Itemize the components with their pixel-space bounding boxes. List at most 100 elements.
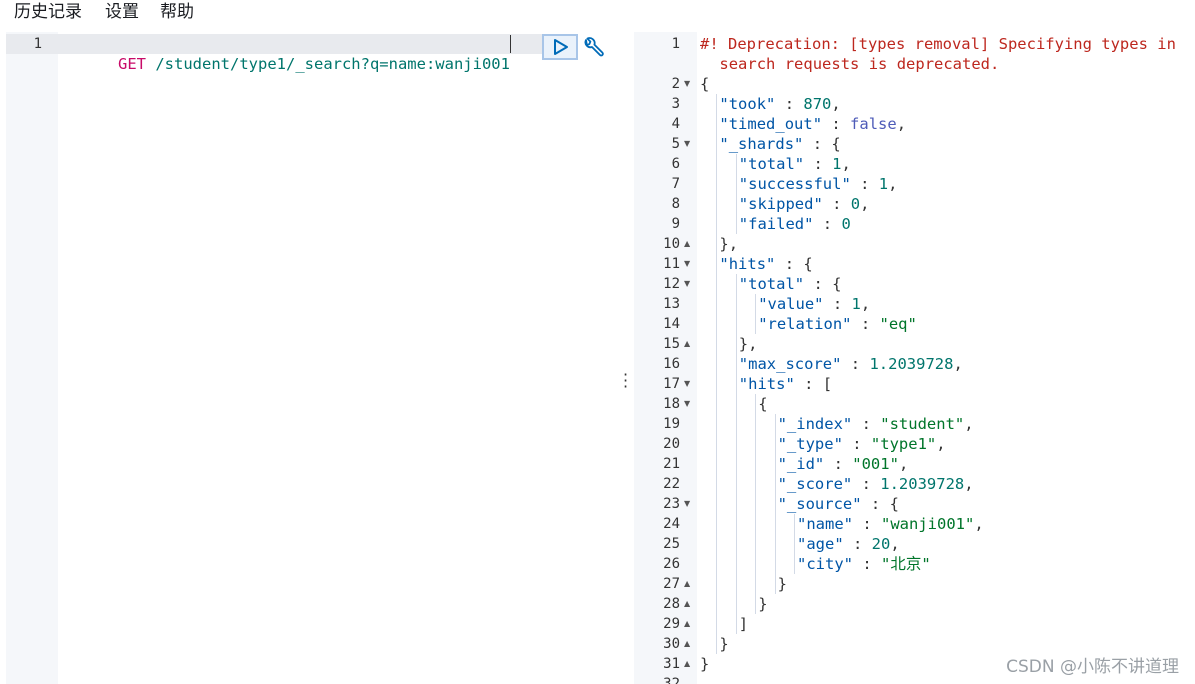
response-line: } [700, 654, 709, 674]
request-line[interactable]: GET /student/type1/_search?q=name:wanji0… [62, 34, 511, 73]
response-line: "hits" : [ [739, 374, 832, 394]
response-line-number: 1 [671, 36, 680, 52]
indent-guide [735, 274, 737, 634]
fold-toggle-collapsed-icon[interactable]: ▲ [684, 634, 690, 654]
response-line-number: 22 [663, 476, 680, 492]
fold-toggle-expanded-icon[interactable]: ▼ [684, 74, 690, 94]
response-token: "eq" [879, 315, 917, 333]
request-editor[interactable]: 1 GET /student/type1/_search?q=name:wanj… [0, 32, 616, 684]
response-token: "total" [738, 275, 805, 293]
menu-help[interactable]: 帮助 [160, 1, 194, 23]
response-token: , [896, 115, 907, 133]
request-code[interactable]: GET /student/type1/_search?q=name:wanji0… [58, 32, 616, 684]
fold-toggle-expanded-icon[interactable]: ▼ [684, 494, 690, 514]
response-token: "_shards" [719, 135, 804, 153]
response-token: : [823, 295, 852, 313]
response-line-number: 27 [663, 576, 680, 592]
fold-toggle-collapsed-icon[interactable]: ▲ [684, 594, 690, 614]
vertical-ellipsis-icon: · · · [623, 365, 629, 396]
response-token: 1.2039728 [869, 355, 954, 373]
response-line: { [758, 394, 767, 414]
response-token: "max_score" [738, 355, 842, 373]
response-token: 0 [841, 215, 851, 233]
response-line-number: 9 [671, 216, 680, 232]
response-token: 1 [878, 175, 889, 193]
response-line-number: 23 [663, 496, 680, 512]
response-line-number: 31 [663, 656, 680, 672]
fold-toggle-expanded-icon[interactable]: ▼ [684, 134, 690, 154]
fold-toggle-expanded-icon[interactable]: ▼ [684, 254, 690, 274]
response-token: "total" [738, 155, 805, 173]
response-line-number: 14 [663, 316, 680, 332]
response-token: 1 [851, 295, 861, 313]
response-token: : { [803, 135, 841, 153]
response-line: "city" : "北京" [797, 554, 931, 574]
response-line-number: 19 [663, 416, 680, 432]
response-line-number: 29 [663, 616, 680, 632]
response-viewer[interactable]: 1 2 ▼ 3 4 5 ▼ 6 7 8 9 10 ▲ 11 ▼ 12 ▼ 13 14 15 ▲ 16 17 ▼ 18 ▼ 19 20 2… [634, 32, 1195, 684]
response-line: "age" : 20, [797, 534, 900, 554]
response-line-number: 12 [663, 276, 680, 292]
indent-guide [716, 94, 718, 654]
response-token: , [831, 95, 841, 113]
response-token: , [860, 295, 871, 313]
indent-guide [755, 294, 757, 334]
request-options-button[interactable] [582, 37, 604, 59]
response-line: "successful" : 1, [739, 174, 898, 194]
fold-toggle-collapsed-icon[interactable]: ▲ [684, 614, 690, 634]
fold-toggle-collapsed-icon[interactable]: ▲ [684, 654, 690, 674]
response-line: "_shards" : { [719, 134, 840, 154]
response-line-number: 3 [671, 96, 680, 112]
response-token: "001" [852, 455, 899, 473]
menu-settings[interactable]: 设置 [105, 1, 139, 23]
indent-guide [774, 414, 776, 594]
response-token: : [775, 95, 804, 113]
response-token: "wanji001" [881, 515, 975, 533]
response-token: : [841, 355, 870, 373]
response-line: "took" : 870, [719, 94, 840, 114]
indent-guide [735, 154, 737, 234]
response-token: : { [775, 255, 813, 273]
response-token: "student" [880, 415, 965, 433]
fold-toggle-collapsed-icon[interactable]: ▲ [684, 334, 690, 354]
response-token: } [700, 655, 710, 673]
response-token: , [888, 175, 898, 193]
response-token: "value" [758, 295, 824, 313]
run-request-button[interactable] [542, 34, 578, 60]
pane-resizer[interactable]: · · · [617, 32, 633, 684]
response-line: "_type" : "type1", [778, 434, 946, 454]
fold-toggle-collapsed-icon[interactable]: ▲ [684, 234, 690, 254]
response-code[interactable]: #! Deprecation: [types removal] Specifyi… [697, 32, 1195, 684]
response-line-number: 16 [663, 356, 680, 372]
response-token: : [843, 535, 872, 553]
response-token: : [853, 515, 881, 533]
response-token: "name" [797, 515, 853, 533]
response-token: { [758, 395, 768, 413]
response-line: "max_score" : 1.2039728, [739, 354, 963, 374]
response-token: "city" [797, 555, 853, 573]
response-line-number: 6 [671, 156, 680, 172]
response-token: "_source" [777, 495, 862, 513]
response-token: "skipped" [738, 195, 823, 213]
response-line: "_score" : 1.2039728, [778, 474, 974, 494]
response-token: "took" [719, 95, 776, 113]
text-cursor [509, 35, 511, 53]
response-token: : [850, 175, 879, 193]
fold-toggle-expanded-icon[interactable]: ▼ [684, 374, 690, 394]
fold-toggle-collapsed-icon[interactable]: ▲ [684, 574, 690, 594]
response-token: : { [804, 275, 842, 293]
response-token: "age" [797, 535, 844, 553]
fold-toggle-expanded-icon[interactable]: ▼ [684, 394, 690, 414]
response-line-number: 24 [663, 516, 680, 532]
response-line: #! Deprecation: [types removal] Specifyi… [700, 34, 1176, 54]
response-token: : [852, 415, 881, 433]
menu-bar: 历史记录 设置 帮助 [0, 0, 1195, 30]
response-token: : [813, 215, 842, 233]
response-token: 870 [803, 95, 832, 113]
response-line-number: 4 [671, 116, 680, 132]
menu-history[interactable]: 历史记录 [14, 1, 82, 23]
response-token: "_type" [777, 435, 843, 453]
fold-toggle-expanded-icon[interactable]: ▼ [684, 274, 690, 294]
response-line: "total" : { [739, 274, 842, 294]
response-token: "timed_out" [719, 115, 823, 133]
